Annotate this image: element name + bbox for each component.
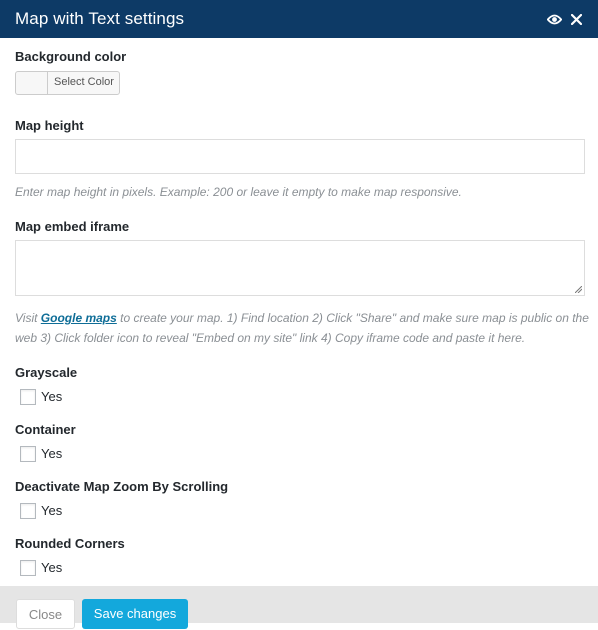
eye-icon[interactable] (547, 13, 562, 26)
google-maps-link[interactable]: Google maps (41, 311, 117, 325)
deactivate-zoom-yes-label: Yes (41, 503, 63, 518)
map-height-input[interactable] (15, 139, 585, 174)
rounded-corners-checkbox[interactable] (20, 560, 36, 576)
map-embed-description-prefix: Visit (15, 311, 41, 325)
rounded-corners-yes-label: Yes (41, 560, 63, 575)
color-swatch[interactable] (16, 72, 48, 94)
deactivate-zoom-label: Deactivate Map Zoom By Scrolling (15, 479, 229, 494)
select-color-button[interactable]: Select Color (15, 71, 120, 95)
select-color-label: Select Color (54, 76, 114, 88)
grayscale-yes-label: Yes (41, 389, 63, 404)
deactivate-zoom-checkbox[interactable] (20, 503, 36, 519)
close-button[interactable]: Close (16, 599, 75, 629)
container-checkbox[interactable] (20, 446, 36, 462)
rounded-corners-label: Rounded Corners (15, 536, 125, 551)
resize-grip-icon[interactable] (575, 286, 582, 293)
container-label: Container (15, 422, 76, 437)
map-height-label: Map height (15, 118, 84, 133)
map-height-description: Enter map height in pixels. Example: 200… (15, 185, 462, 199)
map-embed-textarea[interactable] (15, 240, 585, 296)
map-embed-label: Map embed iframe (15, 219, 130, 234)
background-color-label: Background color (15, 49, 127, 64)
dialog-footer: Close Save changes (0, 586, 598, 629)
container-yes-label: Yes (41, 446, 63, 461)
grayscale-checkbox[interactable] (20, 389, 36, 405)
map-embed-description: Visit Google maps to create your map. 1)… (15, 308, 590, 348)
save-changes-button[interactable]: Save changes (82, 599, 188, 629)
grayscale-label: Grayscale (15, 365, 78, 380)
close-icon[interactable] (571, 14, 582, 25)
dialog-title: Map with Text settings (15, 9, 185, 28)
dialog-header: Map with Text settings (0, 0, 598, 38)
